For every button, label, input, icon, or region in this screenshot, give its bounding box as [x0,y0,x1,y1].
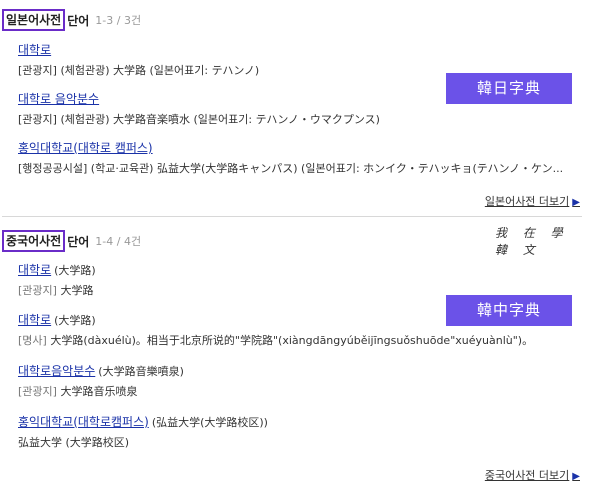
chinese-dictionary-section: 중국어사전 단어 1-4 / 4건 我 在 學 韓 文 대학로 (大学路) [관광… [0,217,590,496]
entry-hanja: (大学路音樂噴泉) [98,365,184,378]
more-link-label: 일본어사전 더보기 [484,195,570,208]
list-item: 홍익대학교(대학로캠퍼스) (弘益大学(大学路校区)) 弘益大学 (大学路校区) [18,411,578,450]
entry-tag: [명사] [18,334,47,347]
list-item: 홍익대학교(대학로 캠퍼스) [행정공공시설] (학교·교육관) 弘益大学(大学… [18,137,578,176]
chevron-right-icon: ▶ [572,471,580,482]
entry-hanja: (大学路) [54,314,96,327]
entry-link[interactable]: 대학로 [18,43,51,57]
entry-tag: [관광지] [18,284,57,297]
entry-definition: 弘益大学 (大学路校区) [18,435,578,450]
result-count: 1-3 / 3건 [95,14,142,27]
entry-definition: [관광지] (체험관광) 大学路音楽噴水 (일본어표기: テハンノ・ウマクプンス… [18,113,380,126]
japanese-dictionary-section: 일본어사전 단어 1-3 / 3건 대학로 [관광지] (체험관광) 大学路 (… [0,0,590,216]
entry-text: 弘益大学 (大学路校区) [18,436,130,449]
entry-text: 大学路(dàxuélù)。相当于北京所说的"学院路"(xiàngdāngyúbě… [50,334,534,347]
entry-definition: [행정공공시설] (학교·교육관) 弘益大学(大学路キャンパス) (일본어표기:… [18,162,564,175]
list-item: 대학로음악분수 (大学路音樂噴泉) [관광지] 大学路音乐喷泉 [18,360,578,399]
korean-chinese-dictionary-button[interactable]: 韓中字典 [446,295,572,326]
watermark-text: 我 在 學 韓 文 [495,226,569,257]
entry-link[interactable]: 홍익대학교(대학로캠퍼스) [18,415,149,429]
entry-link[interactable]: 대학로 [18,263,51,277]
section-subtitle: 단어 [67,13,90,28]
section-subtitle: 단어 [67,234,90,249]
more-link-label: 중국어사전 더보기 [484,469,570,482]
section-title: 일본어사전 [2,9,66,31]
entry-link[interactable]: 홍익대학교(대학로 캠퍼스) [18,141,153,155]
japanese-more-link[interactable]: 일본어사전 더보기 ▶ [485,193,580,209]
result-count: 1-4 / 4건 [95,235,142,248]
entry-definition: [명사] 大学路(dàxuélù)。相当于北京所说的"学院路"(xiàngdān… [18,333,578,348]
entry-link[interactable]: 대학로음악분수 [18,364,95,378]
entry-definition: [관광지] 大学路音乐喷泉 [18,384,578,399]
entry-text: 大学路音乐喷泉 [60,385,138,398]
entry-text: 大学路 [60,284,94,297]
section-title: 중국어사전 [2,230,66,252]
entry-hanja: (大学路) [54,264,96,277]
chinese-more-link[interactable]: 중국어사전 더보기 ▶ [485,467,580,483]
entry-hanja: (弘益大学(大学路校区)) [151,416,268,429]
section-header: 일본어사전 단어 1-3 / 3건 [2,9,141,31]
entry-link[interactable]: 대학로 음악분수 [18,92,99,106]
entry-link[interactable]: 대학로 [18,313,51,327]
chevron-right-icon: ▶ [572,197,580,208]
list-item: 대학로 (大学路) [관광지] 大学路 [18,259,578,298]
section-header: 중국어사전 단어 1-4 / 4건 [2,230,141,252]
entry-tag: [관광지] [18,385,57,398]
korean-japanese-dictionary-button[interactable]: 韓日字典 [446,73,572,104]
